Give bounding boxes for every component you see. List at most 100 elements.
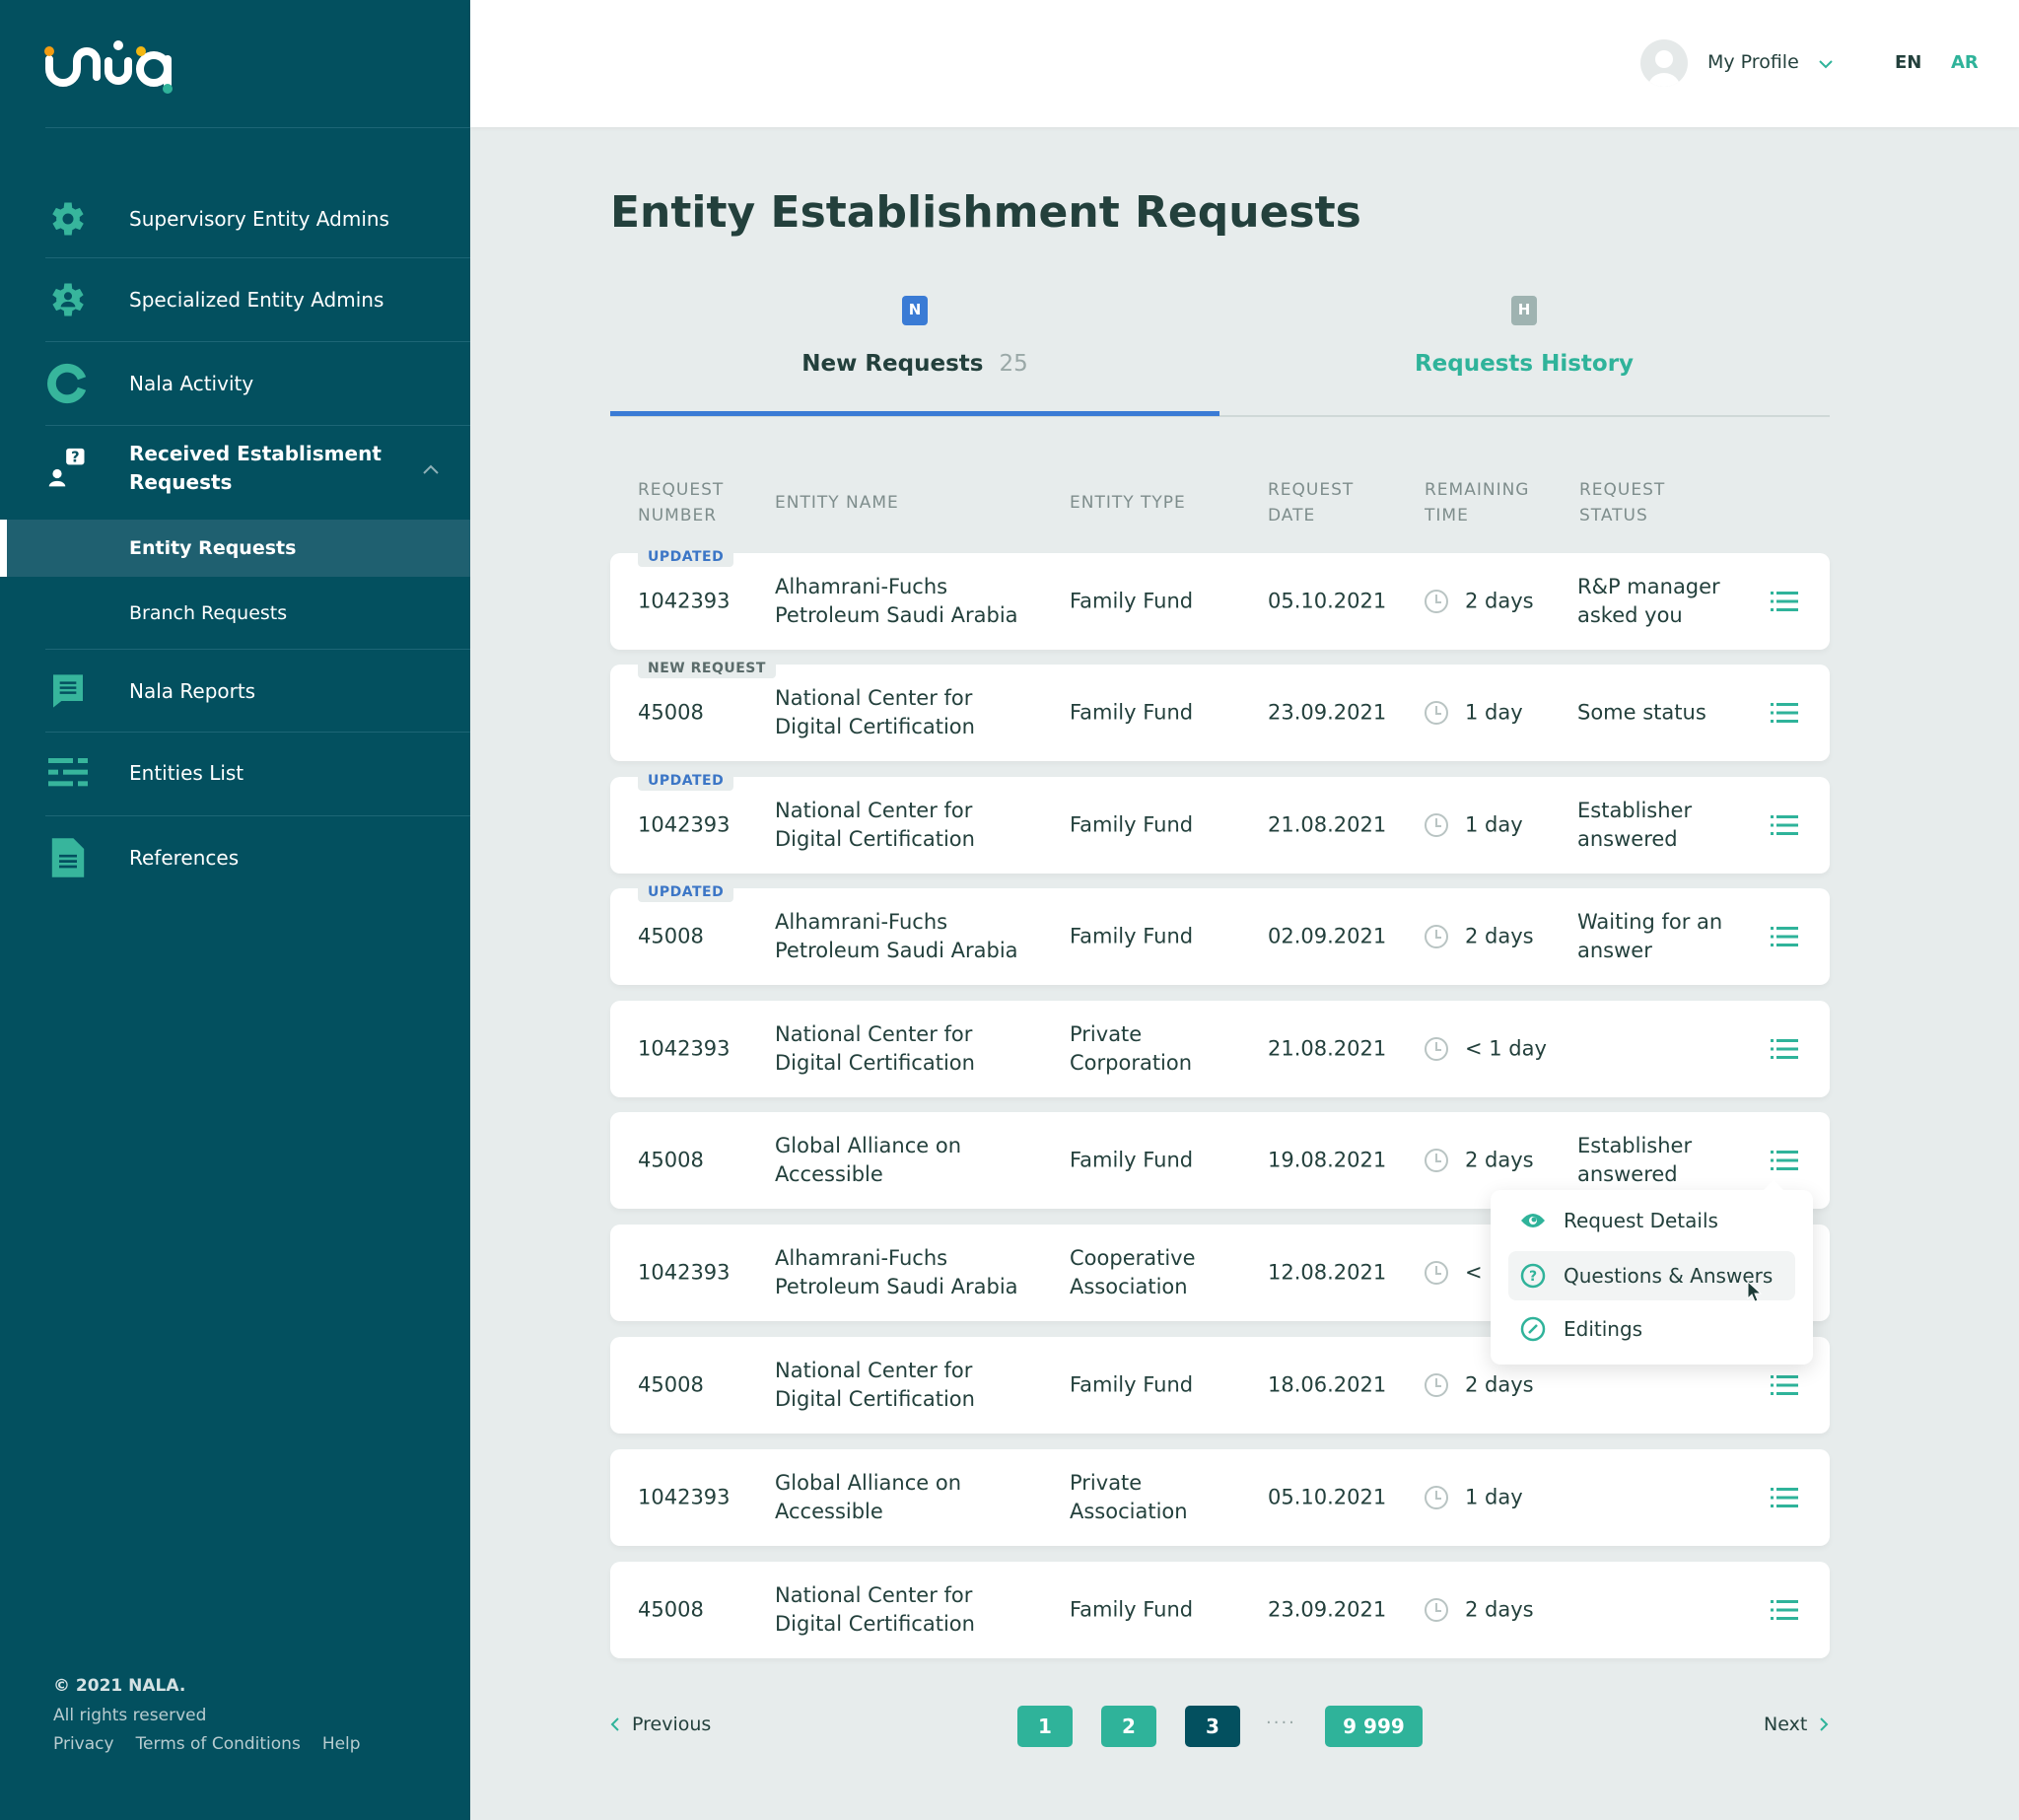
request-date: 12.08.2021 [1268,1260,1387,1285]
sidebar-item-specialized-entity-admins[interactable]: Specialized Entity Admins [0,276,470,323]
remaining-time: 2 days [1465,589,1534,613]
entity-type: Family Fund [1070,812,1194,837]
sidebar-subitem-entity-requests[interactable]: Entity Requests [0,520,470,577]
column-header: ENTITY NAME [775,493,899,513]
entity-type: Family Fund [1070,1597,1194,1622]
menu-item-label: Editings [1564,1317,1643,1341]
request-number: 45008 [638,1372,704,1397]
sidebar-item-supervisory-entity-admins[interactable]: Supervisory Entity Admins [0,195,470,243]
row-menu-icon[interactable] [1771,1487,1798,1508]
sidebar: Supervisory Entity Admins Specialized En… [0,0,470,1820]
clock-icon [1425,1373,1448,1397]
table-row[interactable]: UPDATED 1042393 National Center for Digita… [610,771,1830,874]
entity-type: Private Corporation [1070,1022,1193,1075]
terms-link[interactable]: Terms of Conditions [136,1734,301,1754]
tab-count: 25 [999,351,1028,377]
row-menu-icon[interactable] [1771,1599,1798,1621]
entity-name[interactable]: Alhamrani-Fuchs Petroleum Saudi Arabia [775,1244,1031,1301]
tab-requests-history[interactable]: H Requests History [1219,296,1829,377]
row-menu-icon[interactable] [1771,926,1798,947]
remaining-time: 2 days [1465,1148,1534,1172]
sidebar-item-nala-activity[interactable]: Nala Activity [0,360,470,407]
history-badge-icon: H [1511,296,1537,325]
sidebar-subitem-label: Entity Requests [129,536,297,559]
page-2-button[interactable]: 2 [1101,1706,1156,1747]
entity-name[interactable]: National Center for Digital Certificatio… [775,1357,1031,1414]
request-date: 05.10.2021 [1268,1485,1387,1509]
page-1-button[interactable]: 1 [1017,1706,1073,1747]
row-menu-icon[interactable] [1771,1038,1798,1060]
privacy-link[interactable]: Privacy [53,1734,114,1754]
chevron-right-icon [1820,1717,1829,1731]
lang-en[interactable]: EN [1895,52,1921,73]
sidebar-item-received-establisment-requests[interactable]: ? Received Establisment Requests [0,439,470,498]
request-status: R&P manager asked you [1577,575,1720,627]
row-menu-icon[interactable] [1771,814,1798,836]
menu-item-request-details[interactable]: Request Details [1508,1196,1795,1245]
row-badge: NEW REQUEST [638,659,776,678]
request-status: Waiting for an answer [1577,910,1723,962]
avatar[interactable] [1640,39,1688,87]
entity-name[interactable]: Global Alliance on Accessible [775,1469,1031,1526]
remaining-time: 1 day [1465,1485,1523,1509]
request-number: 1042393 [638,589,731,613]
help-link[interactable]: Help [322,1734,361,1754]
entity-name[interactable]: National Center for Digital Certificatio… [775,1020,1031,1078]
entity-type: Family Fund [1070,700,1194,725]
active-tab-indicator [610,411,1219,416]
request-number: 45008 [638,700,704,725]
sidebar-item-nala-reports[interactable]: Nala Reports [0,667,470,715]
lang-ar[interactable]: AR [1951,52,1979,73]
tab-new-requests[interactable]: N New Requests 25 [610,296,1219,377]
page-last-button[interactable]: 9 999 [1325,1706,1423,1747]
table-row[interactable]: 45008 National Center for Digital Certifi… [610,1562,1830,1658]
remaining-time: 1 day [1465,812,1523,837]
sidebar-item-references[interactable]: References [0,834,470,881]
row-menu-icon[interactable] [1771,591,1798,612]
entity-type: Family Fund [1070,924,1194,948]
request-date: 23.09.2021 [1268,700,1387,725]
previous-button[interactable]: Previous [610,1714,711,1735]
divider [45,732,470,733]
chevron-down-icon[interactable] [1818,55,1834,74]
entity-name[interactable]: National Center for Digital Certificatio… [775,797,1031,854]
table-row[interactable]: 1042393 Global Alliance on Accessible Priv… [610,1449,1830,1546]
edit-icon [1520,1316,1546,1342]
pagination-ellipsis: ···· [1266,1713,1296,1733]
question-circle-icon: ? [1520,1263,1546,1289]
menu-item-editings[interactable]: Editings [1508,1304,1795,1354]
row-menu-icon[interactable] [1771,702,1798,724]
row-menu-icon[interactable] [1771,1374,1798,1396]
clock-icon [1425,590,1448,613]
table-row[interactable]: 1042393 National Center for Digital Certi… [610,1001,1830,1097]
request-number: 1042393 [638,1260,731,1285]
entity-name[interactable]: Alhamrani-Fuchs Petroleum Saudi Arabia [775,573,1031,630]
sidebar-item-entities-list[interactable]: Entities List [0,749,470,797]
divider [45,815,470,816]
entity-name[interactable]: National Center for Digital Certificatio… [775,1581,1031,1639]
new-badge-icon: N [902,296,928,325]
remaining-time: 2 days [1465,1372,1534,1397]
entity-name[interactable]: Alhamrani-Fuchs Petroleum Saudi Arabia [775,908,1031,965]
entity-name[interactable]: Global Alliance on Accessible [775,1132,1031,1189]
my-profile-button[interactable]: My Profile [1707,51,1799,73]
table-row[interactable]: UPDATED 45008 Alhamrani-Fuchs Petroleum Sa… [610,882,1830,985]
table-row[interactable]: UPDATED 1042393 Alhamrani-Fuchs Petroleum … [610,547,1830,650]
request-date: 05.10.2021 [1268,589,1387,613]
table-row[interactable]: NEW REQUEST 45008 National Center for Digi… [610,659,1830,761]
entity-name[interactable]: National Center for Digital Certificatio… [775,684,1031,741]
sidebar-subitem-branch-requests[interactable]: Branch Requests [0,586,470,641]
request-status: Establisher answered [1577,799,1693,851]
column-header: REQUEST NUMBER [638,480,725,525]
row-menu-icon[interactable] [1771,1150,1798,1171]
sidebar-subitem-label: Branch Requests [129,601,288,624]
nala-logo[interactable] [43,30,191,99]
next-button[interactable]: Next [1764,1714,1829,1735]
request-number: 45008 [638,1597,704,1622]
chevron-up-icon[interactable] [422,456,440,480]
activity-chart-icon [45,361,91,406]
clock-icon [1425,1261,1448,1285]
page-3-button-current[interactable]: 3 [1185,1706,1240,1747]
request-date: 18.06.2021 [1268,1372,1387,1397]
column-header: REMAINING TIME [1425,480,1530,525]
